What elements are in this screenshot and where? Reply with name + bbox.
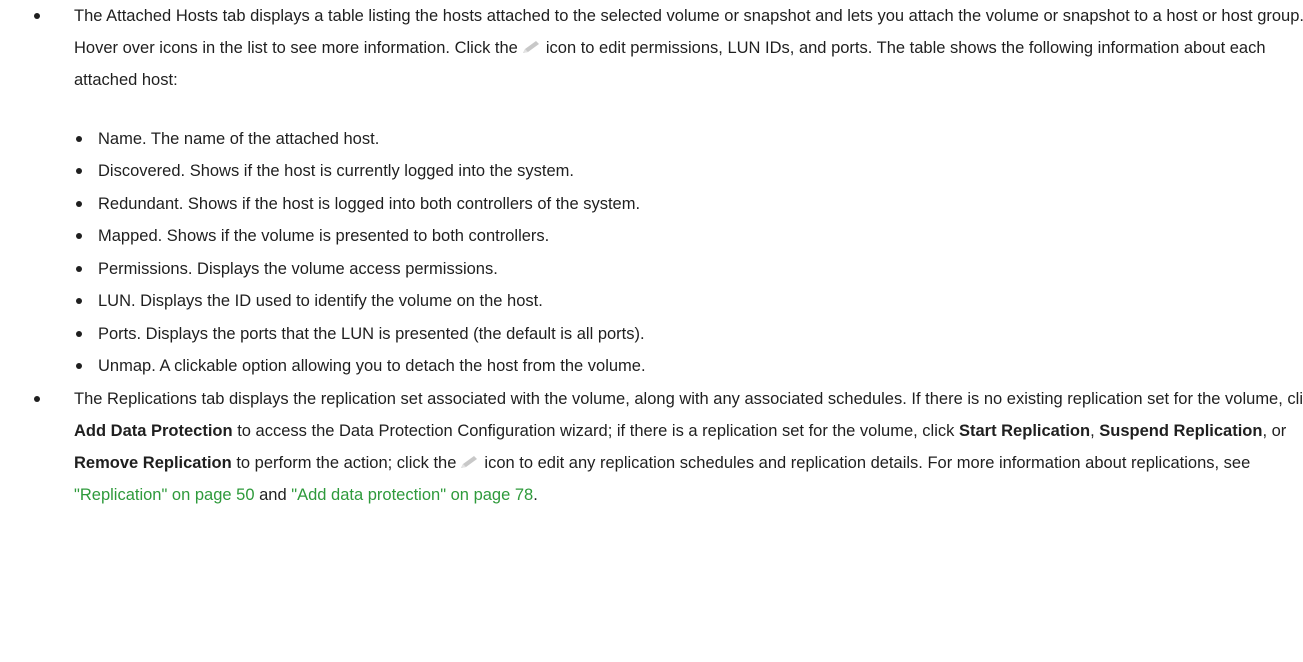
pencil-icon xyxy=(458,448,480,468)
suspend-replication-label: Suspend Replication xyxy=(1099,422,1263,440)
period: . xyxy=(533,486,538,504)
add-data-protection-page-link[interactable]: "Add data protection" on page 78 xyxy=(291,486,533,504)
replications-text-4: icon to edit any replication schedules a… xyxy=(484,454,1251,472)
list-item: Ports. Displays the ports that the LUN i… xyxy=(74,318,1278,350)
bullet xyxy=(76,298,82,304)
bullet xyxy=(76,168,82,174)
list-item: LUN. Displays the ID used to identify th… xyxy=(74,285,1278,317)
list-item-text: Unmap. A clickable option allowing you t… xyxy=(98,357,646,375)
list-item: Discovered. Shows if the host is current… xyxy=(74,155,1278,187)
bullet xyxy=(34,13,40,19)
bullet xyxy=(76,363,82,369)
add-data-protection-label: Add Data Protection xyxy=(74,422,233,440)
list-item-text: Name. The name of the attached host. xyxy=(98,130,380,148)
attached-hosts-paragraph: The Attached Hosts tab displays a table … xyxy=(32,0,1303,96)
separator: , xyxy=(1090,422,1095,440)
bullet xyxy=(76,266,82,272)
bullet xyxy=(76,331,82,337)
replications-text-2: to access the Data Protection Configurat… xyxy=(237,422,955,440)
list-item-text: Permissions. Displays the volume access … xyxy=(98,260,498,278)
bullet xyxy=(76,136,82,142)
separator: , or xyxy=(1262,422,1287,440)
replications-text-3: to perform the action; click the xyxy=(236,454,457,472)
list-item-text: LUN. Displays the ID used to identify th… xyxy=(98,292,543,310)
list-item-text: Discovered. Shows if the host is current… xyxy=(98,162,574,180)
list-item-text: Mapped. Shows if the volume is presented… xyxy=(98,227,550,245)
document-page: The Attached Hosts tab displays a table … xyxy=(0,0,1303,662)
list-item: Permissions. Displays the volume access … xyxy=(74,253,1278,285)
replications-text-1: The Replications tab displays the replic… xyxy=(74,390,1303,408)
remove-replication-label: Remove Replication xyxy=(74,454,232,472)
start-replication-label: Start Replication xyxy=(958,422,1091,440)
bullet xyxy=(76,201,82,207)
replications-paragraph: The Replications tab displays the replic… xyxy=(32,383,1303,511)
list-item: Unmap. A clickable option allowing you t… xyxy=(74,350,1278,382)
pencil-icon xyxy=(520,33,542,53)
conjunction: and xyxy=(259,486,287,504)
list-item: Name. The name of the attached host. xyxy=(74,123,1278,155)
list-item-text: Ports. Displays the ports that the LUN i… xyxy=(98,325,645,343)
list-item: Mapped. Shows if the volume is presented… xyxy=(74,220,1278,252)
replication-page-link[interactable]: "Replication" on page 50 xyxy=(74,486,255,504)
list-item: Redundant. Shows if the host is logged i… xyxy=(74,188,1278,220)
list-item-text: Redundant. Shows if the host is logged i… xyxy=(98,195,641,213)
bullet xyxy=(76,233,82,239)
bullet xyxy=(34,396,40,402)
